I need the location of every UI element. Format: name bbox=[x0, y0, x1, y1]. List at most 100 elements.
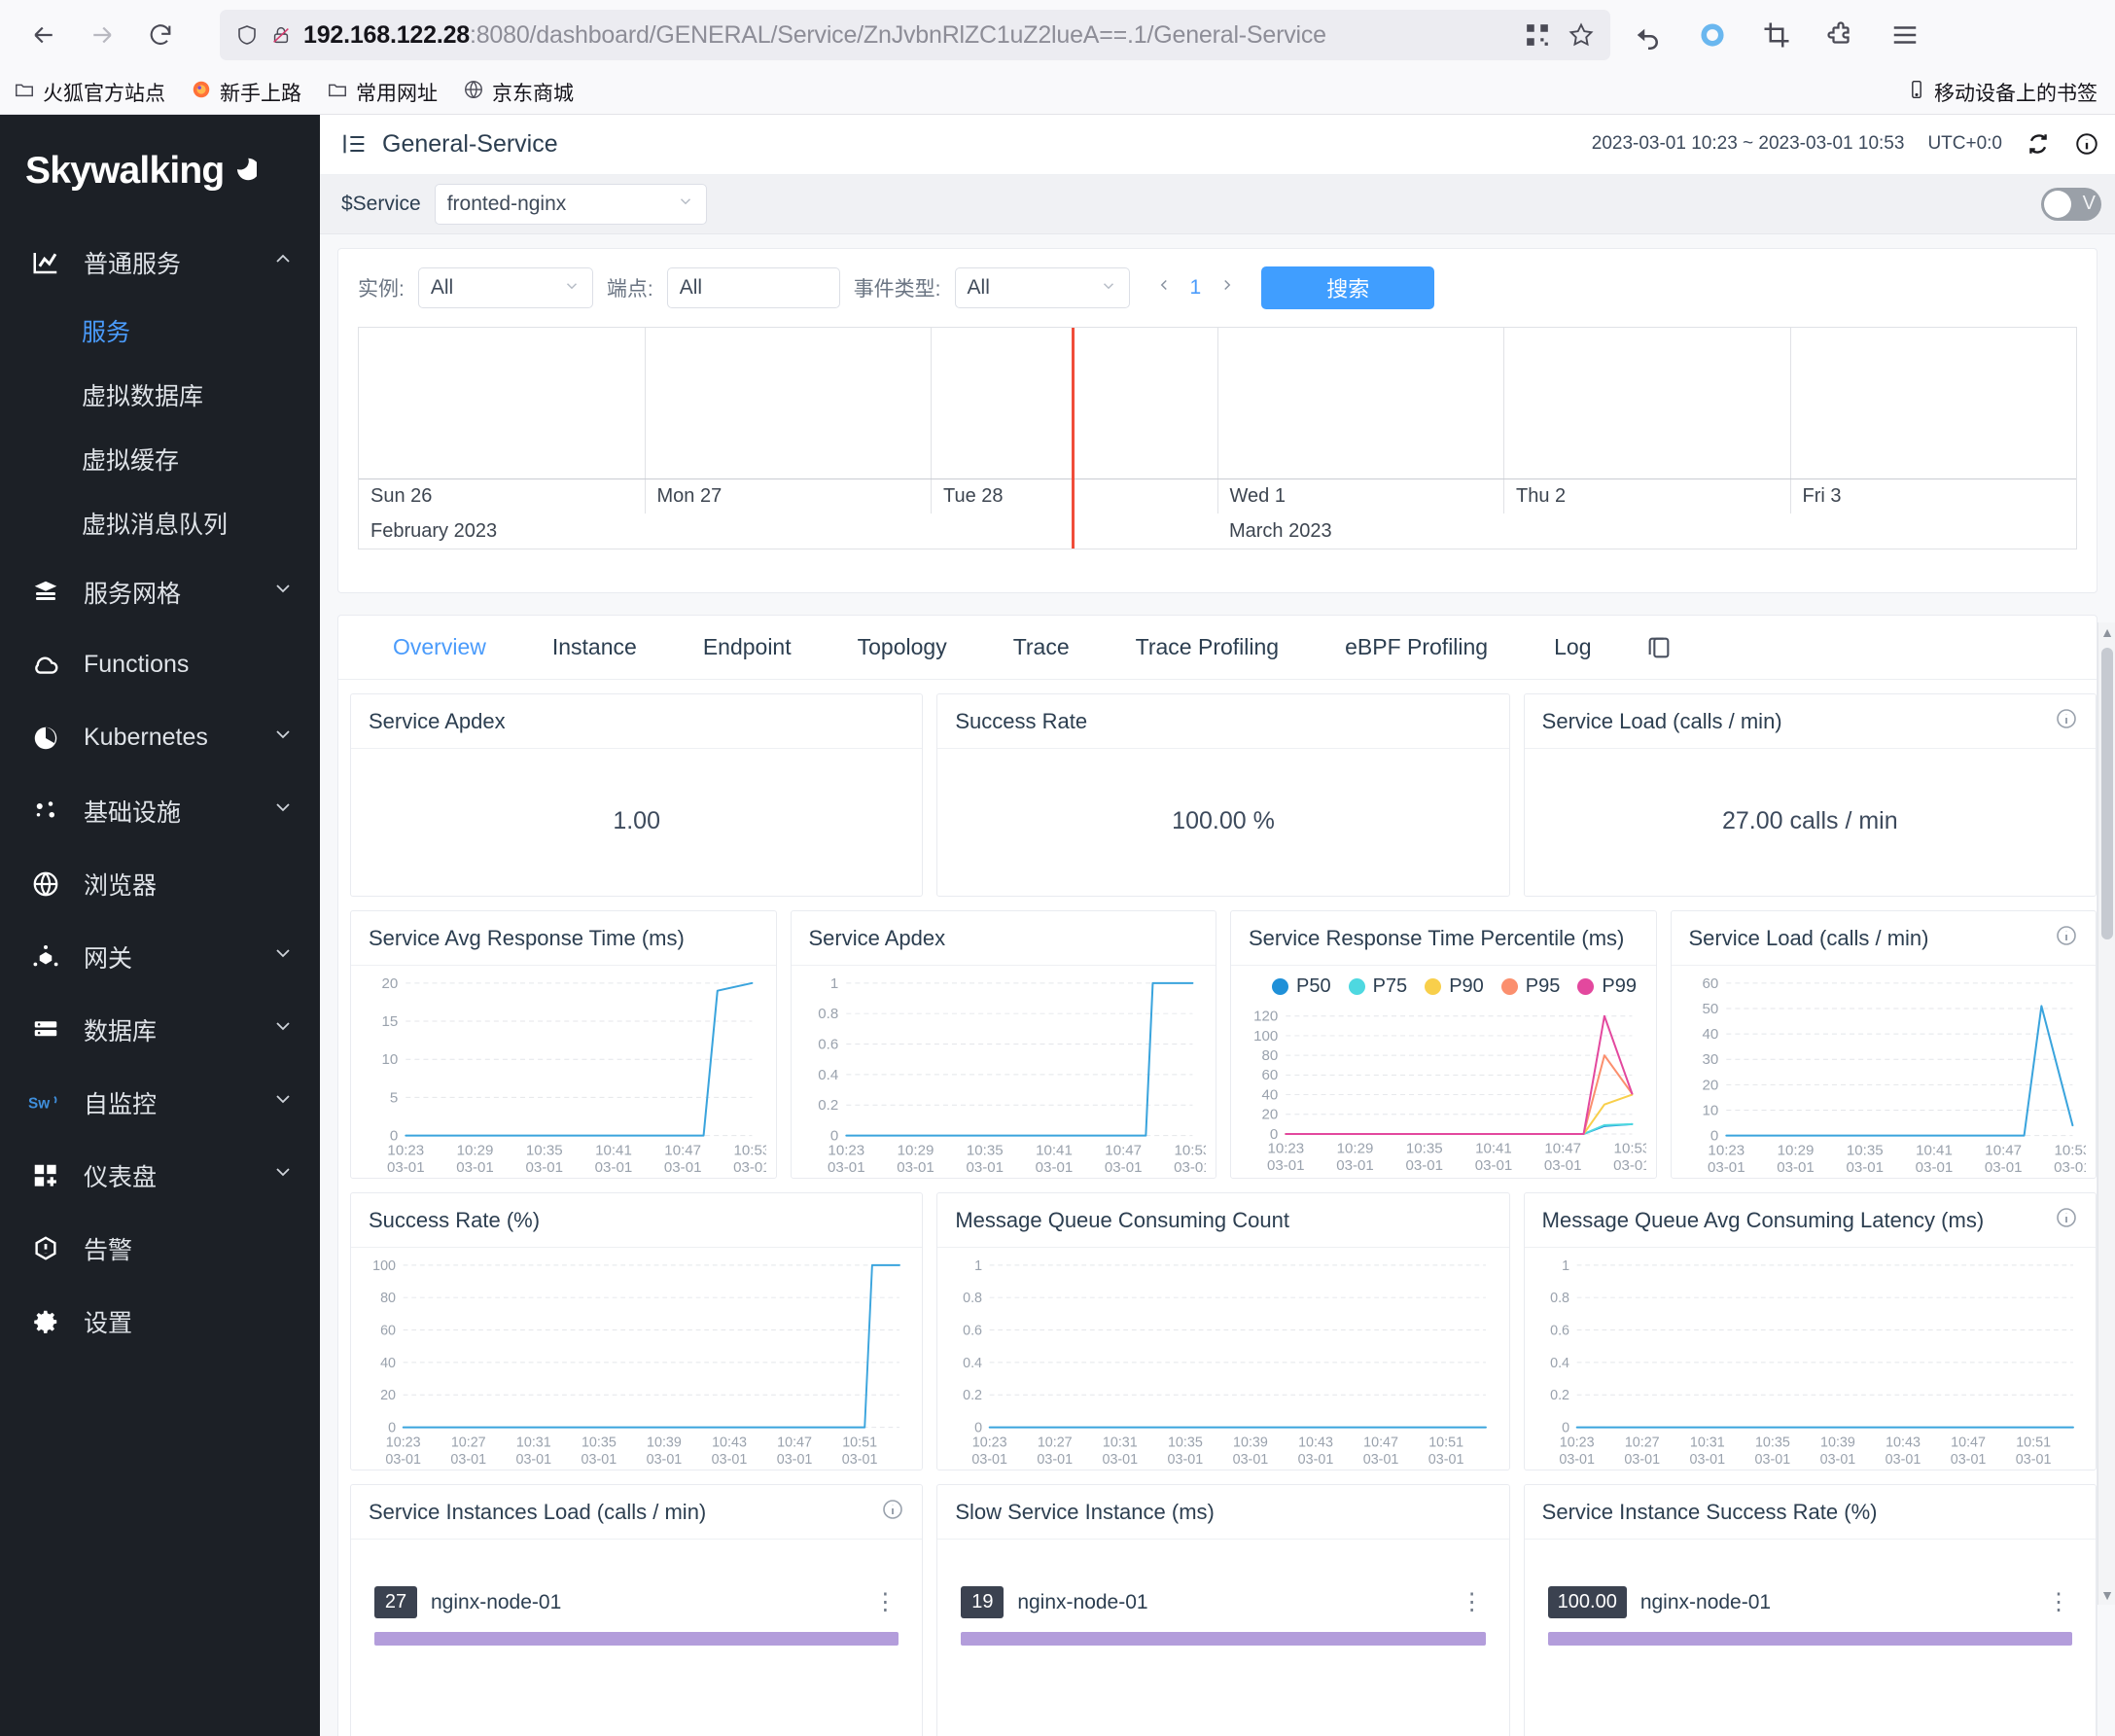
refresh-icon[interactable] bbox=[2026, 131, 2051, 157]
chevron-down-icon[interactable] bbox=[271, 796, 295, 826]
list-item[interactable]: 27 nginx-node-01 ⋮ bbox=[374, 1586, 899, 1618]
svg-text:03-01: 03-01 bbox=[1336, 1158, 1374, 1174]
url-bar[interactable]: 192.168.122.28:8080/dashboard/GENERAL/Se… bbox=[220, 10, 1610, 60]
chart-area[interactable]: 00.20.40.60.8110:2303-0110:2903-0110:350… bbox=[792, 966, 1216, 1178]
tab-instance[interactable]: Instance bbox=[519, 634, 670, 660]
svg-text:03-01: 03-01 bbox=[1428, 1452, 1464, 1468]
list-item[interactable]: 100.00 nginx-node-01 ⋮ bbox=[1548, 1586, 2072, 1618]
chart-area[interactable]: 02040608010012010:2303-0110:2903-0110:35… bbox=[1231, 999, 1656, 1176]
event-timeline[interactable]: Sun 26 Mon 27 Tue 28 Wed 1 Thu 2 Fri 3 F… bbox=[358, 327, 2077, 549]
sidebar-item-kubernetes[interactable]: Kubernetes bbox=[0, 701, 320, 774]
next-page-icon[interactable] bbox=[1218, 276, 1236, 300]
tab-topology[interactable]: Topology bbox=[825, 634, 980, 660]
sidebar-item-infrastructure[interactable]: 基础设施 bbox=[0, 774, 320, 847]
tab-endpoint[interactable]: Endpoint bbox=[670, 634, 825, 660]
sidebar-subitem-virtual-cache[interactable]: 虚拟缓存 bbox=[0, 427, 320, 491]
sidebar-item-settings[interactable]: 设置 bbox=[0, 1285, 320, 1358]
chevron-up-icon[interactable] bbox=[271, 247, 295, 277]
undo-icon[interactable] bbox=[1634, 20, 1663, 50]
firefox-icon bbox=[191, 79, 212, 106]
bookmark-item-3[interactable]: 京东商城 bbox=[463, 78, 574, 107]
copy-icon[interactable] bbox=[1624, 634, 1694, 661]
legend-item-p95[interactable]: P95 bbox=[1501, 975, 1561, 998]
back-icon[interactable] bbox=[18, 9, 70, 61]
sidebar-item-browser[interactable]: 浏览器 bbox=[0, 847, 320, 920]
more-options-icon[interactable]: ⋮ bbox=[1461, 1588, 1486, 1616]
sidebar-item-database[interactable]: 数据库 bbox=[0, 993, 320, 1066]
tab-overview[interactable]: Overview bbox=[360, 634, 519, 660]
scroll-thumb[interactable] bbox=[2101, 648, 2113, 939]
extension-icon[interactable] bbox=[1826, 20, 1855, 50]
event-type-select[interactable]: All bbox=[955, 267, 1130, 308]
bookmark-item-2[interactable]: 常用网址 bbox=[327, 78, 438, 107]
legend-item-p50[interactable]: P50 bbox=[1272, 975, 1331, 998]
charts-row-1: Service Avg Response Time (ms) 051015201… bbox=[338, 897, 2097, 1179]
svg-text:0.6: 0.6 bbox=[818, 1037, 838, 1053]
time-range-label[interactable]: 2023-03-01 10:23 ~ 2023-03-01 10:53 bbox=[1592, 133, 1905, 155]
chart-area[interactable]: 00.20.40.60.8110:2303-0110:2703-0110:310… bbox=[937, 1248, 1508, 1470]
view-toggle[interactable]: V bbox=[2041, 188, 2101, 221]
chart-area[interactable]: 02040608010010:2303-0110:2703-0110:3103-… bbox=[351, 1248, 922, 1470]
bookmark-item-1[interactable]: 新手上路 bbox=[191, 78, 301, 107]
chevron-down-icon[interactable] bbox=[271, 723, 295, 753]
sidebar-subitem-virtual-mq[interactable]: 虚拟消息队列 bbox=[0, 491, 320, 555]
info-icon[interactable] bbox=[2074, 131, 2099, 157]
chart-area[interactable]: 010203040506010:2303-0110:2903-0110:3503… bbox=[1672, 966, 2097, 1178]
screenshot-icon[interactable] bbox=[1762, 20, 1791, 50]
tab-trace-profiling[interactable]: Trace Profiling bbox=[1103, 634, 1312, 660]
qr-icon[interactable] bbox=[1525, 22, 1550, 48]
content-scrollbar[interactable]: ▲ ▼ bbox=[2097, 622, 2115, 1605]
more-options-icon[interactable]: ⋮ bbox=[2047, 1588, 2072, 1616]
chevron-down-icon[interactable] bbox=[271, 1014, 295, 1045]
list-icon[interactable] bbox=[341, 130, 369, 158]
sidebar-item-alarm[interactable]: 告警 bbox=[0, 1212, 320, 1285]
svg-text:60: 60 bbox=[1702, 975, 1718, 992]
pocket-icon[interactable] bbox=[1698, 20, 1727, 50]
menu-icon[interactable] bbox=[1890, 20, 1920, 50]
info-icon[interactable] bbox=[2055, 924, 2078, 952]
lock-crossed-icon[interactable] bbox=[270, 22, 292, 48]
sidebar-item-gateway[interactable]: 网关 bbox=[0, 920, 320, 993]
chart-area[interactable]: 0510152010:2303-0110:2903-0110:3503-0110… bbox=[351, 966, 776, 1178]
page-number[interactable]: 1 bbox=[1190, 276, 1202, 300]
search-button[interactable]: 搜索 bbox=[1261, 266, 1434, 309]
shield-icon[interactable] bbox=[235, 22, 259, 48]
list-item[interactable]: 19 nginx-node-01 ⋮ bbox=[961, 1586, 1485, 1618]
legend-item-p75[interactable]: P75 bbox=[1349, 975, 1408, 998]
bookmark-mobile-folder[interactable]: 移动设备上的书签 bbox=[1907, 78, 2101, 107]
sidebar-item-self-observability[interactable]: Sw 自监控 bbox=[0, 1066, 320, 1139]
svg-text:10:23: 10:23 bbox=[1559, 1435, 1594, 1450]
tab-ebpf-profiling[interactable]: eBPF Profiling bbox=[1312, 634, 1521, 660]
sidebar-item-general-service[interactable]: 普通服务 bbox=[0, 226, 320, 299]
tab-log[interactable]: Log bbox=[1521, 634, 1624, 660]
info-icon[interactable] bbox=[2055, 1206, 2078, 1234]
sidebar-subitem-virtual-database[interactable]: 虚拟数据库 bbox=[0, 363, 320, 427]
chevron-down-icon[interactable] bbox=[271, 1160, 295, 1190]
info-icon[interactable] bbox=[2055, 707, 2078, 735]
chart-area[interactable]: 00.20.40.60.8110:2303-0110:2703-0110:310… bbox=[1525, 1248, 2096, 1470]
info-icon[interactable] bbox=[881, 1498, 904, 1526]
scroll-down-icon[interactable]: ▼ bbox=[2098, 1585, 2115, 1605]
svg-text:03-01: 03-01 bbox=[1103, 1452, 1139, 1468]
scroll-up-icon[interactable]: ▲ bbox=[2098, 622, 2115, 642]
service-select[interactable]: fronted-nginx bbox=[435, 184, 707, 225]
forward-icon[interactable] bbox=[76, 9, 128, 61]
sidebar-item-service-mesh[interactable]: 服务网格 bbox=[0, 555, 320, 628]
chevron-down-icon[interactable] bbox=[271, 941, 295, 972]
sidebar-item-functions[interactable]: Functions bbox=[0, 628, 320, 701]
instance-select[interactable]: All bbox=[418, 267, 593, 308]
legend-item-p90[interactable]: P90 bbox=[1425, 975, 1484, 998]
sidebar-item-dashboard[interactable]: 仪表盘 bbox=[0, 1139, 320, 1212]
bookmark-item-0[interactable]: 火狐官方站点 bbox=[14, 78, 165, 107]
chevron-down-icon[interactable] bbox=[271, 577, 295, 607]
reload-icon[interactable] bbox=[134, 9, 187, 61]
chevron-down-icon[interactable] bbox=[271, 1087, 295, 1117]
legend-item-p99[interactable]: P99 bbox=[1577, 975, 1637, 998]
sidebar-item-label: 网关 bbox=[84, 939, 252, 974]
more-options-icon[interactable]: ⋮ bbox=[873, 1588, 899, 1616]
bookmark-star-icon[interactable] bbox=[1568, 21, 1595, 49]
sidebar-subitem-service[interactable]: 服务 bbox=[0, 299, 320, 363]
endpoint-input[interactable]: All bbox=[667, 267, 840, 308]
prev-page-icon[interactable] bbox=[1155, 276, 1173, 300]
tab-trace[interactable]: Trace bbox=[980, 634, 1103, 660]
